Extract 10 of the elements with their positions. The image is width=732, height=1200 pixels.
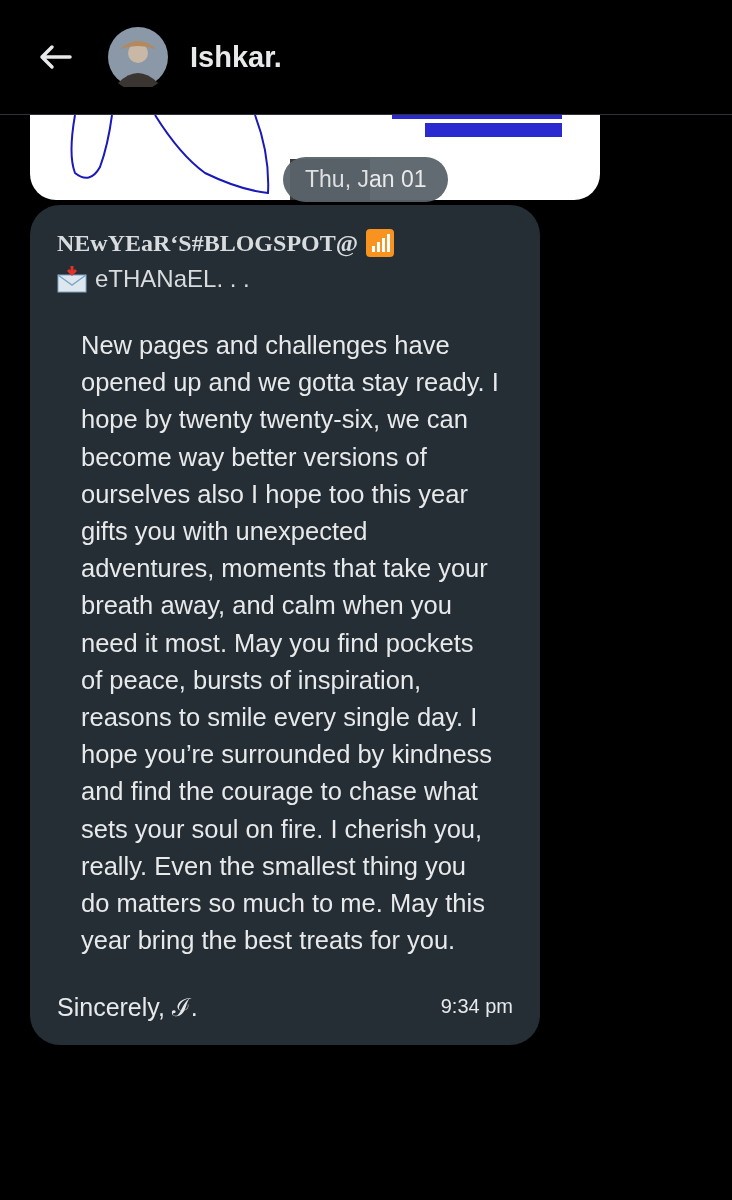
signature: Sincerely, ℐ. [57, 992, 198, 1024]
message-text: New pages and challenges have opened up and we gotta stay ready. I hope by twenty twenty-six, we can become way better versions of ourselves also I hope too this year gifts you with unexpected adventures, moments that take your breath away, and calm when you need it most. May you find pockets of peace, bursts of inspiration, reasons to smile every single day. I hope you’re surrounded by kindness and find the courage to chase what sets your soul on fire. I cherish you, really. Even the smallest thing you do matters so much to me. May this year bring the best treats for you. [81, 330, 500, 957]
contact-name[interactable]: Ishkar. [190, 40, 282, 74]
date-divider: Thu, Jan 01 [283, 157, 449, 202]
envelope-icon [57, 265, 87, 293]
message-time: 9:34 pm [440, 994, 513, 1018]
avatar-icon[interactable] [108, 27, 168, 87]
message-title: NEwYEaR‘S#BLOGSPOT@ [57, 229, 359, 257]
signal-bars-icon [366, 229, 395, 257]
message-subtitle: eTHANaEL. . . [95, 265, 250, 293]
